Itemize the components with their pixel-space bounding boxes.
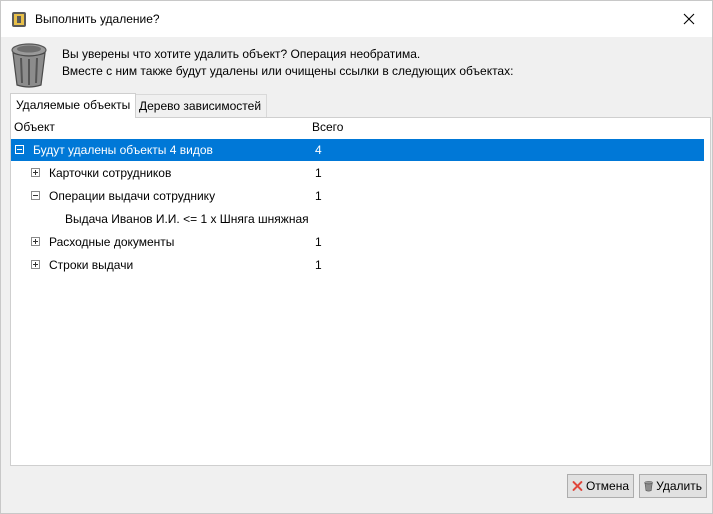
tab-deleted-objects[interactable]: Удаляемые объекты — [10, 93, 137, 118]
tree-row-label: Расходные документы — [49, 235, 175, 249]
expand-icon[interactable] — [31, 168, 40, 177]
delete-dialog: Выполнить удаление? Вы уверены что хотит… — [0, 0, 713, 514]
objects-tree: Объект Всего Будут удалены объекты 4 вид… — [10, 117, 711, 466]
cancel-button[interactable]: Отмена — [567, 474, 634, 498]
column-header-total[interactable]: Всего — [312, 118, 343, 137]
close-button[interactable] — [666, 1, 712, 37]
tree-row-count: 4 — [315, 143, 322, 157]
expand-icon[interactable] — [31, 237, 40, 246]
tab-dependency-tree[interactable]: Дерево зависимостей — [133, 94, 268, 117]
app-icon — [12, 12, 26, 27]
tree-row-count: 1 — [315, 189, 322, 203]
window-title: Выполнить удаление? — [35, 12, 160, 26]
title-bar: Выполнить удаление? — [1, 1, 712, 37]
column-header-object[interactable]: Объект — [14, 118, 55, 137]
collapse-icon[interactable] — [15, 145, 24, 154]
cancel-button-label: Отмена — [585, 479, 629, 493]
tree-row[interactable]: Карточки сотрудников 1 — [11, 162, 710, 184]
confirm-message: Вы уверены что хотите удалить объект? Оп… — [62, 47, 421, 61]
delete-button[interactable]: Удалить — [639, 474, 707, 498]
tree-row-label: Строки выдачи — [49, 258, 134, 272]
expand-icon[interactable] — [31, 260, 40, 269]
tree-row[interactable]: Расходные документы 1 — [11, 231, 710, 253]
cancel-icon — [572, 481, 583, 491]
tree-row-count: 1 — [315, 235, 322, 249]
tree-row-label: Операции выдачи сотруднику — [49, 189, 216, 203]
tree-row[interactable]: Операции выдачи сотруднику 1 — [11, 185, 710, 207]
tree-row-label: Выдача Иванов И.И. <= 1 x Шняга шняжная — [65, 212, 309, 226]
tree-row-count: 1 — [315, 258, 322, 272]
column-header: Объект Всего — [11, 118, 710, 137]
tab-bar: Удаляемые объекты Дерево зависимостей — [10, 93, 710, 118]
close-icon — [683, 13, 695, 25]
tree-row[interactable]: Выдача Иванов И.И. <= 1 x Шняга шняжная — [11, 208, 710, 230]
tree-row[interactable]: Будут удалены объекты 4 видов 4 — [11, 139, 704, 161]
collapse-icon[interactable] — [31, 191, 40, 200]
delete-button-label: Удалить — [656, 479, 702, 493]
trash-icon — [644, 481, 653, 492]
tree-row-label: Карточки сотрудников — [49, 166, 172, 180]
trash-can-icon — [11, 43, 47, 88]
tree-row-label: Будут удалены объекты 4 видов — [33, 143, 213, 157]
tree-row-count: 1 — [315, 166, 322, 180]
confirm-details: Вместе с ним также будут удалены или очи… — [62, 64, 514, 78]
tree-row[interactable]: Строки выдачи 1 — [11, 254, 710, 276]
